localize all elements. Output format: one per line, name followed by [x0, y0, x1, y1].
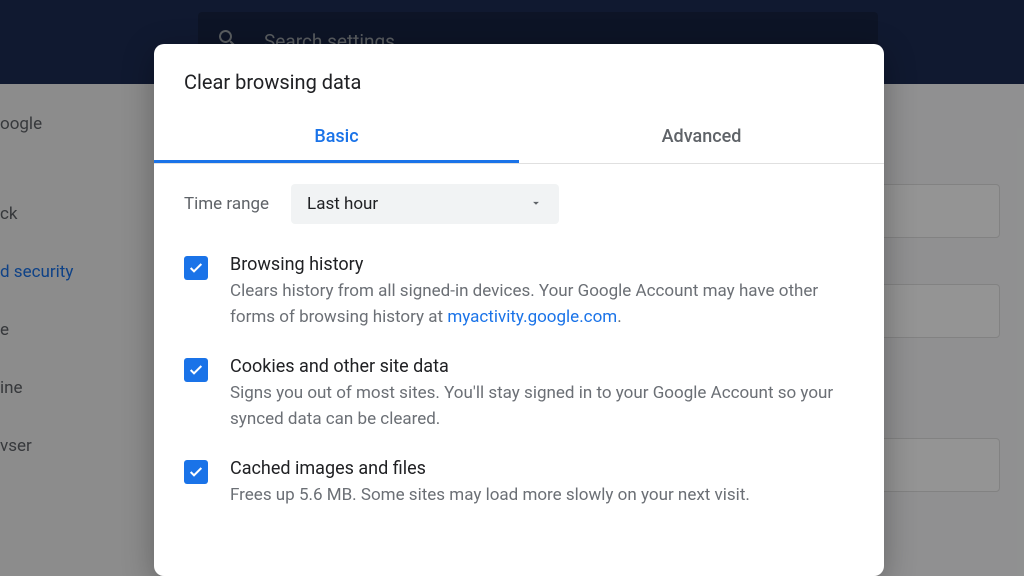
time-range-label: Time range [184, 194, 269, 214]
tab-advanced[interactable]: Advanced [519, 112, 884, 163]
time-range-value: Last hour [307, 194, 378, 214]
option-cookies: Cookies and other site data Signs you ou… [184, 356, 854, 432]
dialog-tabs: Basic Advanced [154, 112, 884, 164]
dialog-title: Clear browsing data [154, 44, 884, 112]
option-desc: Frees up 5.6 MB. Some sites may load mor… [230, 483, 854, 509]
option-desc: Clears history from all signed-in device… [230, 279, 854, 330]
option-title: Cached images and files [230, 458, 854, 479]
checkbox-browsing-history[interactable] [184, 256, 208, 280]
option-desc: Signs you out of most sites. You'll stay… [230, 381, 854, 432]
option-title: Browsing history [230, 254, 854, 275]
option-title: Cookies and other site data [230, 356, 854, 377]
checkbox-cached[interactable] [184, 460, 208, 484]
checkbox-cookies[interactable] [184, 358, 208, 382]
clear-browsing-data-dialog: Clear browsing data Basic Advanced Time … [154, 44, 884, 576]
tab-basic[interactable]: Basic [154, 112, 519, 163]
chevron-down-icon [529, 195, 543, 214]
option-cached: Cached images and files Frees up 5.6 MB.… [184, 458, 854, 509]
time-range-select[interactable]: Last hour [291, 184, 559, 224]
option-browsing-history: Browsing history Clears history from all… [184, 254, 854, 330]
myactivity-link[interactable]: myactivity.google.com [447, 307, 617, 327]
